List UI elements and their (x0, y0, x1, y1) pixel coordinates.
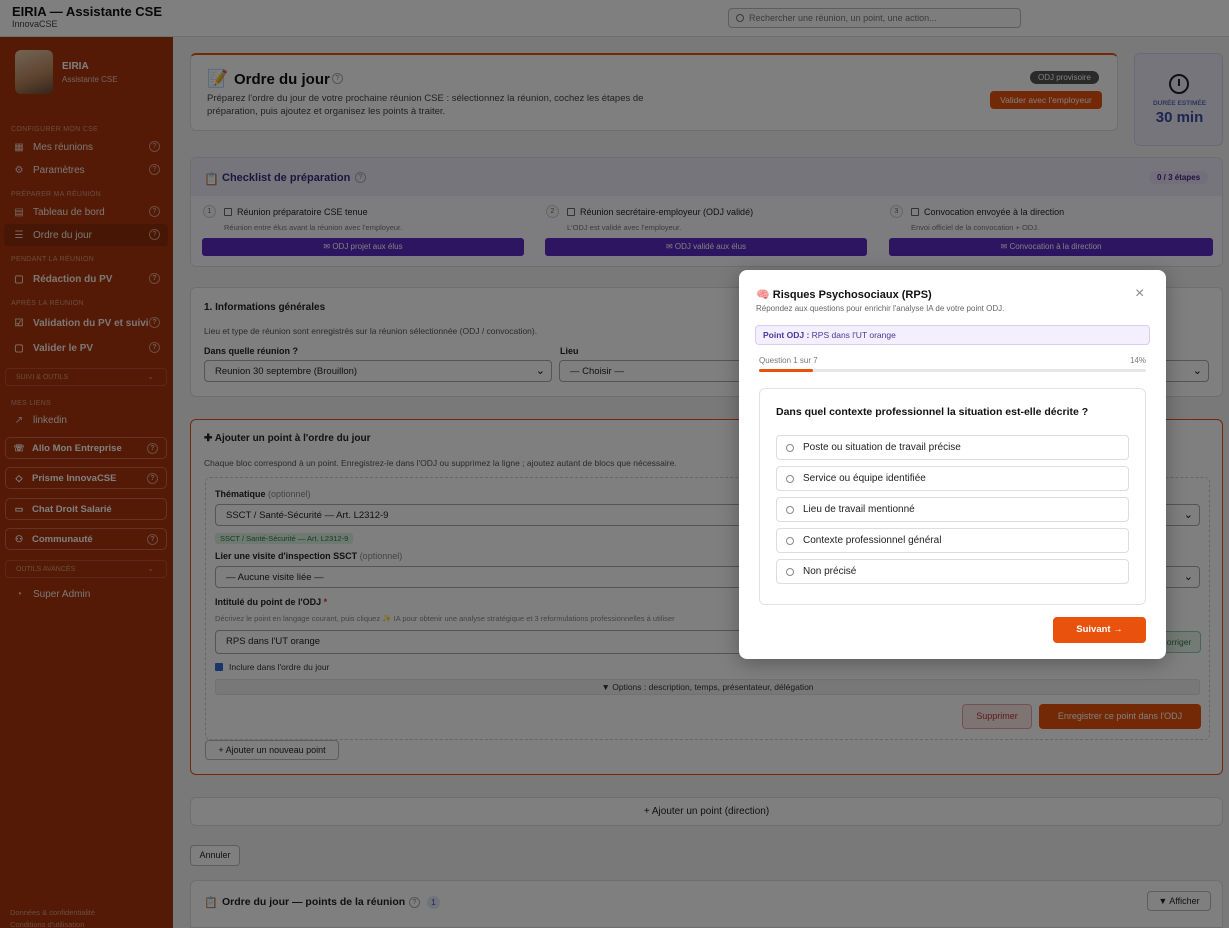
point-odj-label: Point ODJ : (763, 330, 810, 340)
answer-label: Poste ou situation de travail précise (803, 442, 961, 453)
answer-option[interactable]: Service ou équipe identifiée (776, 466, 1129, 491)
answer-option[interactable]: Poste ou situation de travail précise (776, 435, 1129, 460)
question-counter: Question 1 sur 7 (759, 356, 818, 365)
answer-label: Lieu de travail mentionné (803, 504, 915, 515)
answer-label: Contexte professionnel général (803, 535, 942, 546)
answer-label: Non précisé (803, 566, 857, 577)
question-text: Dans quel contexte professionnel la situ… (776, 406, 1089, 418)
progress-fill (759, 369, 814, 372)
question-card: Dans quel contexte professionnel la situ… (759, 388, 1146, 605)
radio-button[interactable] (786, 443, 794, 452)
modal-subtitle: Répondez aux questions pour enrichir l'a… (756, 304, 1005, 313)
radio-button[interactable] (786, 567, 794, 576)
progress-track (759, 369, 1146, 372)
radio-button[interactable] (786, 536, 794, 545)
answer-option[interactable]: Lieu de travail mentionné (776, 497, 1129, 522)
rps-modal: 🧠 Risques Psychosociaux (RPS) Répondez a… (739, 270, 1166, 659)
radio-button[interactable] (786, 505, 794, 514)
answer-label: Service ou équipe identifiée (803, 473, 926, 484)
answer-option[interactable]: Non précisé (776, 559, 1129, 584)
point-odj-value: RPS dans l'UT orange (811, 330, 896, 340)
radio-button[interactable] (786, 474, 794, 483)
answer-option[interactable]: Contexte professionnel général (776, 528, 1129, 553)
modal-title: 🧠 Risques Psychosociaux (RPS) (756, 289, 932, 301)
progress-percent: 14% (1129, 356, 1146, 365)
point-odj-box: Point ODJ : RPS dans l'UT orange (755, 325, 1150, 345)
close-icon[interactable]: × (1135, 285, 1144, 303)
next-button[interactable]: Suivant → (1053, 617, 1146, 643)
